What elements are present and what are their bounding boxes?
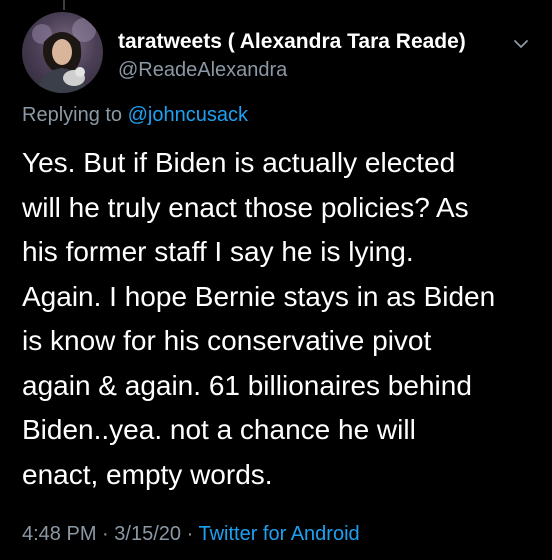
user-handle[interactable]: @ReadeAlexandra — [118, 59, 287, 82]
meta-separator: · — [186, 523, 194, 545]
replying-to-label: Replying to — [22, 104, 123, 126]
tweet-date[interactable]: 3/15/20 — [114, 523, 181, 545]
tweet-source-link[interactable]: Twitter for Android — [198, 523, 359, 545]
replying-to-line: Replying to @johncusack — [22, 104, 248, 127]
display-name[interactable]: taratweets ( Alexandra Tara Reade) — [118, 30, 466, 54]
thread-connector-line — [63, 0, 65, 10]
meta-separator: · — [102, 523, 109, 545]
tweet-time[interactable]: 4:48 PM — [22, 523, 96, 545]
profile-photo — [32, 18, 96, 93]
avatar[interactable] — [22, 12, 103, 93]
replying-to-mention[interactable]: @johncusack — [128, 104, 248, 126]
tweet-meta: 4:48 PM · 3/15/20 · Twitter for Android — [22, 523, 360, 546]
chevron-down-icon[interactable] — [510, 33, 532, 55]
tweet-text: Yes. But if Biden is actually elected wi… — [22, 147, 496, 490]
